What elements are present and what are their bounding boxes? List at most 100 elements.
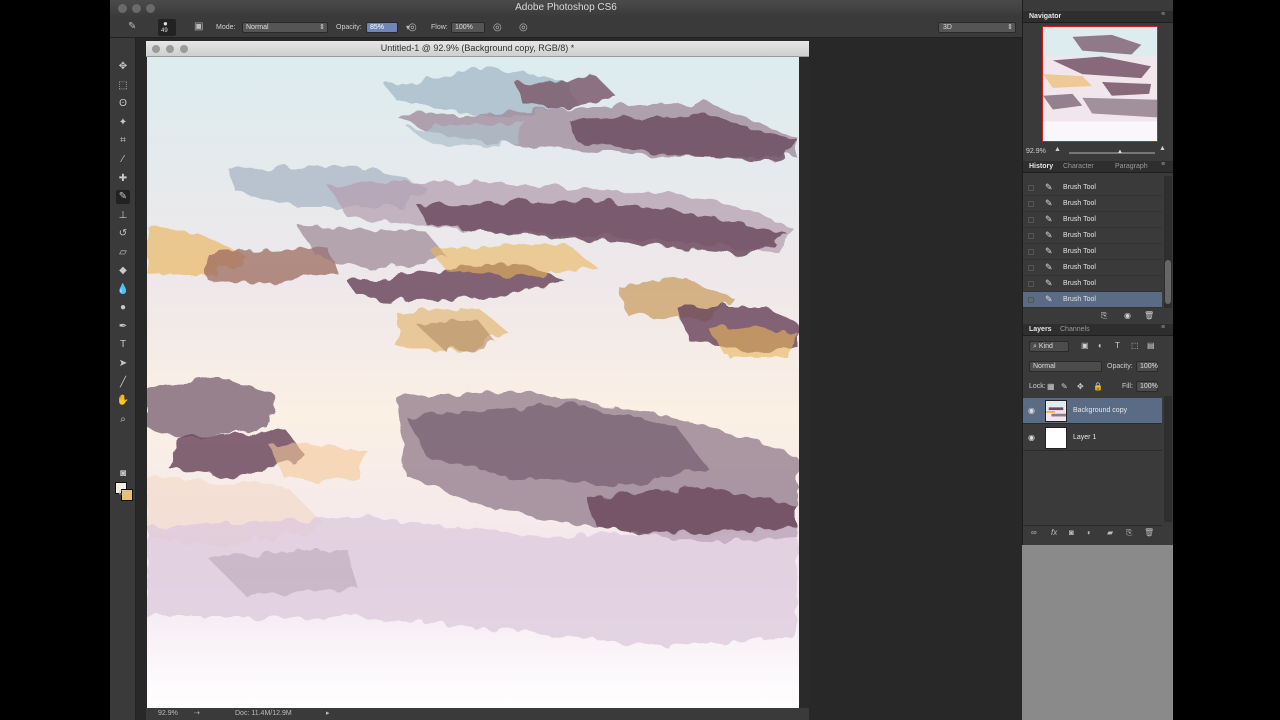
brush-tool-icon[interactable]: ✎ [116,190,130,204]
eraser-tool-icon[interactable]: ▱ [116,246,130,260]
zoom-in-icon[interactable]: ▲ [1159,145,1166,152]
tab-channels[interactable]: Channels [1060,326,1090,333]
history-item[interactable]: ✎ Brush Tool [1023,276,1162,292]
share-icon[interactable]: ⇢ [194,709,200,717]
mode-value: Normal [246,24,269,31]
search-icon: ⌕ [1033,343,1037,350]
quick-mask-icon[interactable]: ◙ [116,467,130,481]
line-tool-icon[interactable]: ╱ [116,376,130,390]
status-zoom[interactable]: 92.9% [158,710,178,717]
new-document-from-state-icon[interactable]: ⎘ [1101,311,1107,321]
history-item[interactable]: ✎ Brush Tool [1023,180,1162,196]
lock-pixels-icon[interactable]: ✎ [1061,382,1068,391]
trash-icon[interactable]: 🗑 [1144,311,1154,320]
quick-select-tool-icon[interactable]: ✦ [116,116,130,130]
layer-opacity-input[interactable]: 100% [1136,361,1158,372]
type-tool-icon[interactable]: T [116,338,130,352]
history-snapshot-box[interactable] [1028,249,1034,255]
history-snapshot-box[interactable] [1028,185,1034,191]
adjustment-layer-icon[interactable]: ◐ [1087,528,1092,537]
move-tool-icon[interactable]: ✥ [116,60,130,74]
navigator-zoom-slider[interactable]: ▲ [1069,149,1155,155]
history-item[interactable]: ✎ Brush Tool [1023,260,1162,276]
tab-character[interactable]: Character [1063,163,1094,170]
history-item-selected[interactable]: ✎ Brush Tool [1023,292,1162,308]
tab-layers[interactable]: Layers [1029,326,1052,333]
navigator-thumbnail[interactable] [1042,26,1158,142]
hand-tool-icon[interactable]: ✋ [116,394,130,408]
filter-smart-object-icon[interactable]: ▤ [1147,341,1155,350]
filter-pixel-icon[interactable]: ▣ [1081,341,1089,350]
mask-icon[interactable]: ◙ [1069,528,1074,537]
history-snapshot-box[interactable] [1028,201,1034,207]
history-snapshot-box[interactable] [1028,233,1034,239]
airbrush-icon[interactable]: ◎ [493,22,502,33]
fill-input[interactable]: 100% [1136,381,1158,392]
opacity-input[interactable]: 85% [366,22,398,33]
lock-transparency-icon[interactable]: ▦ [1047,382,1055,391]
flow-input[interactable]: 100% [451,22,485,33]
history-item[interactable]: ✎ Brush Tool [1023,212,1162,228]
new-layer-icon[interactable]: ⎘ [1126,528,1132,538]
pressure-opacity-icon[interactable]: ◎ [408,22,417,33]
play-arrow-icon[interactable]: ▸ [326,709,330,717]
filter-type-icon[interactable]: T [1115,341,1120,350]
zoom-out-icon[interactable]: ▲ [1054,146,1061,153]
clone-stamp-tool-icon[interactable]: ⊥ [116,209,130,223]
slider-handle-icon[interactable]: ▲ [1117,149,1123,155]
tab-paragraph[interactable]: Paragraph [1115,163,1148,170]
panel-menu-icon[interactable]: ≡ [1161,324,1165,331]
filter-shape-icon[interactable]: ⬚ [1131,341,1139,350]
history-snapshot-box[interactable] [1028,297,1034,303]
crop-tool-icon[interactable]: ⌗ [116,134,130,148]
painting-canvas[interactable] [147,57,799,708]
healing-tool-icon[interactable]: ✚ [116,172,130,186]
pen-tool-icon[interactable]: ✒ [116,320,130,334]
pressure-size-icon[interactable]: ◎ [519,22,528,33]
eye-icon[interactable]: ◉ [1028,433,1035,442]
layers-scrollbar[interactable] [1164,396,1172,522]
lasso-tool-icon[interactable]: ʘ [116,97,130,111]
workspace-select[interactable]: 3D ⇕ [938,22,1016,33]
brush-panel-icon[interactable]: ▣ [194,21,203,32]
trash-icon[interactable]: 🗑 [1144,528,1154,537]
marquee-tool-icon[interactable]: ⬚ [116,79,130,93]
panel-menu-icon[interactable]: ≡ [1161,161,1165,168]
zoom-tool-icon[interactable]: ⌕ [116,413,130,427]
layer-row-background-copy[interactable]: ◉ Background copy [1023,398,1162,424]
navigator-zoom[interactable]: 92.9% [1026,148,1046,155]
history-brush-tool-icon[interactable]: ↺ [116,227,130,241]
history-snapshot-box[interactable] [1028,217,1034,223]
dodge-tool-icon[interactable]: ● [116,301,130,315]
brush-preset-picker[interactable]: ● 49 [158,19,176,36]
link-icon[interactable]: ∞ [1031,528,1037,537]
layer-filter-select[interactable]: ⌕ Kind [1029,341,1069,352]
eye-icon[interactable]: ◉ [1028,406,1035,415]
camera-icon[interactable]: ◉ [1124,311,1131,320]
history-item[interactable]: ✎ Brush Tool [1023,196,1162,212]
history-scrollbar[interactable] [1164,176,1172,308]
history-snapshot-box[interactable] [1028,281,1034,287]
paint-bucket-tool-icon[interactable]: ◆ [116,264,130,278]
screen-mode-icon[interactable]: ▭ [116,486,130,500]
history-snapshot-box[interactable] [1028,265,1034,271]
brush-icon[interactable]: ✎ [128,21,136,32]
panel-menu-icon[interactable]: ≡ [1161,11,1165,18]
eyedropper-tool-icon[interactable]: ⁄ [116,153,130,167]
blur-tool-icon[interactable]: 💧 [116,283,130,297]
history-scroll-thumb[interactable] [1165,260,1171,304]
mode-select[interactable]: Normal ⇕ [242,22,328,33]
lock-position-icon[interactable]: ✥ [1077,382,1084,391]
filter-adjustment-icon[interactable]: ◐ [1098,341,1103,350]
path-select-tool-icon[interactable]: ➤ [116,357,130,371]
folder-icon[interactable]: ▰ [1107,528,1113,537]
brush-icon: ✎ [1045,294,1053,304]
history-item[interactable]: ✎ Brush Tool [1023,244,1162,260]
layer-row-layer-1[interactable]: ◉ Layer 1 [1023,425,1162,451]
lock-all-icon[interactable]: 🔒 [1093,382,1103,391]
fx-icon[interactable]: fx [1051,528,1057,537]
tab-navigator[interactable]: Navigator [1029,13,1061,20]
tab-history[interactable]: History [1029,163,1053,170]
blend-mode-select[interactable]: Normal [1029,361,1102,372]
history-item[interactable]: ✎ Brush Tool [1023,228,1162,244]
